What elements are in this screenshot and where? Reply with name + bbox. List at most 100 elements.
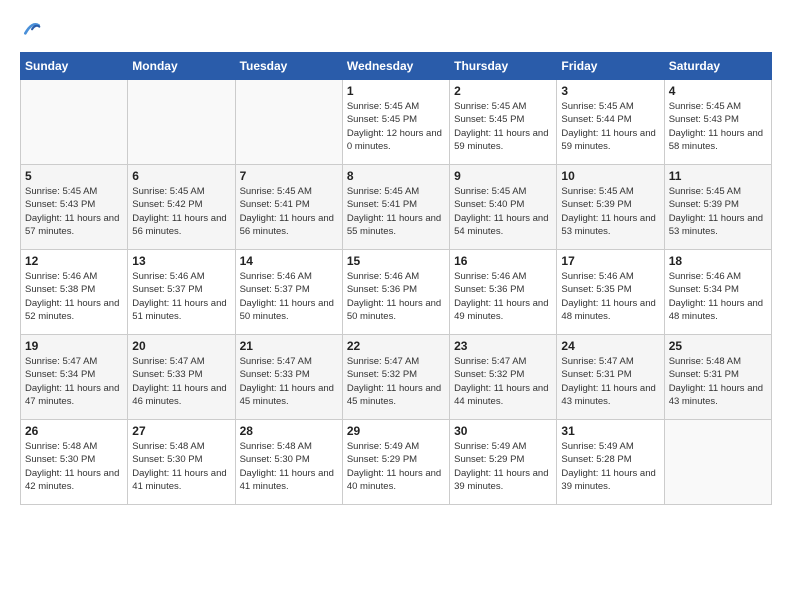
day-number: 21: [240, 339, 338, 353]
day-number: 5: [25, 169, 123, 183]
calendar-cell: 19 Sunrise: 5:47 AMSunset: 5:34 PMDayligh…: [21, 335, 128, 420]
cell-sun-info: Sunrise: 5:45 AMSunset: 5:45 PMDaylight:…: [347, 100, 445, 153]
weekday-header-wednesday: Wednesday: [342, 53, 449, 80]
cell-sun-info: Sunrise: 5:46 AMSunset: 5:35 PMDaylight:…: [561, 270, 659, 323]
calendar-cell: [128, 80, 235, 165]
cell-sun-info: Sunrise: 5:47 AMSunset: 5:34 PMDaylight:…: [25, 355, 123, 408]
calendar-cell: 11 Sunrise: 5:45 AMSunset: 5:39 PMDayligh…: [664, 165, 771, 250]
day-number: 15: [347, 254, 445, 268]
calendar-container: SundayMondayTuesdayWednesdayThursdayFrid…: [0, 0, 792, 515]
day-number: 7: [240, 169, 338, 183]
day-number: 29: [347, 424, 445, 438]
calendar-week-1: 1 Sunrise: 5:45 AMSunset: 5:45 PMDaylight…: [21, 80, 772, 165]
calendar-cell: 3 Sunrise: 5:45 AMSunset: 5:44 PMDaylight…: [557, 80, 664, 165]
calendar-cell: 24Sunrise: 5:47 AMSunset: 5:31 PMDayligh…: [557, 335, 664, 420]
cell-sun-info: Sunrise: 5:49 AMSunset: 5:28 PMDaylight:…: [561, 440, 659, 493]
weekday-header-thursday: Thursday: [450, 53, 557, 80]
day-number: 19: [25, 339, 123, 353]
day-number: 10: [561, 169, 659, 183]
cell-sun-info: Sunrise: 5:45 AMSunset: 5:39 PMDaylight:…: [669, 185, 767, 238]
cell-sun-info: Sunrise: 5:46 AMSunset: 5:34 PMDaylight:…: [669, 270, 767, 323]
calendar-week-3: 12Sunrise: 5:46 AMSunset: 5:38 PMDayligh…: [21, 250, 772, 335]
calendar-cell: 18 Sunrise: 5:46 AMSunset: 5:34 PMDayligh…: [664, 250, 771, 335]
calendar-cell: 15 Sunrise: 5:46 AMSunset: 5:36 PMDayligh…: [342, 250, 449, 335]
calendar-cell: 5 Sunrise: 5:45 AMSunset: 5:43 PMDaylight…: [21, 165, 128, 250]
header-row: [20, 20, 772, 40]
logo-icon: [22, 20, 42, 40]
calendar-cell: 28Sunrise: 5:48 AMSunset: 5:30 PMDayligh…: [235, 420, 342, 505]
calendar-cell: 17 Sunrise: 5:46 AMSunset: 5:35 PMDayligh…: [557, 250, 664, 335]
calendar-cell: 10 Sunrise: 5:45 AMSunset: 5:39 PMDayligh…: [557, 165, 664, 250]
calendar-cell: 8Sunrise: 5:45 AMSunset: 5:41 PMDaylight…: [342, 165, 449, 250]
day-number: 3: [561, 84, 659, 98]
calendar-cell: 13Sunrise: 5:46 AMSunset: 5:37 PMDayligh…: [128, 250, 235, 335]
calendar-table: SundayMondayTuesdayWednesdayThursdayFrid…: [20, 52, 772, 505]
calendar-cell: 31 Sunrise: 5:49 AMSunset: 5:28 PMDayligh…: [557, 420, 664, 505]
calendar-cell: 4 Sunrise: 5:45 AMSunset: 5:43 PMDaylight…: [664, 80, 771, 165]
day-number: 4: [669, 84, 767, 98]
calendar-cell: 25Sunrise: 5:48 AMSunset: 5:31 PMDayligh…: [664, 335, 771, 420]
cell-sun-info: Sunrise: 5:47 AMSunset: 5:32 PMDaylight:…: [454, 355, 552, 408]
day-number: 16: [454, 254, 552, 268]
calendar-cell: 23 Sunrise: 5:47 AMSunset: 5:32 PMDayligh…: [450, 335, 557, 420]
logo: [20, 20, 42, 40]
day-number: 26: [25, 424, 123, 438]
cell-sun-info: Sunrise: 5:45 AMSunset: 5:43 PMDaylight:…: [669, 100, 767, 153]
day-number: 25: [669, 339, 767, 353]
day-number: 17: [561, 254, 659, 268]
weekday-header-sunday: Sunday: [21, 53, 128, 80]
calendar-cell: 9 Sunrise: 5:45 AMSunset: 5:40 PMDaylight…: [450, 165, 557, 250]
cell-sun-info: Sunrise: 5:45 AMSunset: 5:45 PMDaylight:…: [454, 100, 552, 153]
cell-sun-info: Sunrise: 5:45 AMSunset: 5:41 PMDaylight:…: [347, 185, 445, 238]
day-number: 30: [454, 424, 552, 438]
calendar-cell: 27 Sunrise: 5:48 AMSunset: 5:30 PMDayligh…: [128, 420, 235, 505]
cell-sun-info: Sunrise: 5:49 AMSunset: 5:29 PMDaylight:…: [454, 440, 552, 493]
calendar-cell: 16 Sunrise: 5:46 AMSunset: 5:36 PMDayligh…: [450, 250, 557, 335]
calendar-cell: 22 Sunrise: 5:47 AMSunset: 5:32 PMDayligh…: [342, 335, 449, 420]
calendar-cell: [21, 80, 128, 165]
day-number: 14: [240, 254, 338, 268]
day-number: 23: [454, 339, 552, 353]
cell-sun-info: Sunrise: 5:49 AMSunset: 5:29 PMDaylight:…: [347, 440, 445, 493]
calendar-cell: [235, 80, 342, 165]
cell-sun-info: Sunrise: 5:46 AMSunset: 5:36 PMDaylight:…: [347, 270, 445, 323]
day-number: 2: [454, 84, 552, 98]
cell-sun-info: Sunrise: 5:45 AMSunset: 5:42 PMDaylight:…: [132, 185, 230, 238]
day-number: 18: [669, 254, 767, 268]
cell-sun-info: Sunrise: 5:45 AMSunset: 5:43 PMDaylight:…: [25, 185, 123, 238]
weekday-header-friday: Friday: [557, 53, 664, 80]
calendar-cell: 29 Sunrise: 5:49 AMSunset: 5:29 PMDayligh…: [342, 420, 449, 505]
day-number: 13: [132, 254, 230, 268]
calendar-cell: 2 Sunrise: 5:45 AMSunset: 5:45 PMDaylight…: [450, 80, 557, 165]
day-number: 27: [132, 424, 230, 438]
cell-sun-info: Sunrise: 5:45 AMSunset: 5:40 PMDaylight:…: [454, 185, 552, 238]
cell-sun-info: Sunrise: 5:46 AMSunset: 5:37 PMDaylight:…: [240, 270, 338, 323]
day-number: 20: [132, 339, 230, 353]
weekday-header-saturday: Saturday: [664, 53, 771, 80]
day-number: 22: [347, 339, 445, 353]
day-number: 31: [561, 424, 659, 438]
day-number: 24: [561, 339, 659, 353]
cell-sun-info: Sunrise: 5:48 AMSunset: 5:30 PMDaylight:…: [132, 440, 230, 493]
calendar-cell: 6Sunrise: 5:45 AMSunset: 5:42 PMDaylight…: [128, 165, 235, 250]
cell-sun-info: Sunrise: 5:45 AMSunset: 5:44 PMDaylight:…: [561, 100, 659, 153]
calendar-cell: 1 Sunrise: 5:45 AMSunset: 5:45 PMDaylight…: [342, 80, 449, 165]
cell-sun-info: Sunrise: 5:48 AMSunset: 5:30 PMDaylight:…: [25, 440, 123, 493]
calendar-cell: 21Sunrise: 5:47 AMSunset: 5:33 PMDayligh…: [235, 335, 342, 420]
cell-sun-info: Sunrise: 5:47 AMSunset: 5:33 PMDaylight:…: [132, 355, 230, 408]
weekday-header-row: SundayMondayTuesdayWednesdayThursdayFrid…: [21, 53, 772, 80]
cell-sun-info: Sunrise: 5:47 AMSunset: 5:32 PMDaylight:…: [347, 355, 445, 408]
cell-sun-info: Sunrise: 5:45 AMSunset: 5:39 PMDaylight:…: [561, 185, 659, 238]
day-number: 1: [347, 84, 445, 98]
day-number: 9: [454, 169, 552, 183]
calendar-cell: 20 Sunrise: 5:47 AMSunset: 5:33 PMDayligh…: [128, 335, 235, 420]
cell-sun-info: Sunrise: 5:46 AMSunset: 5:36 PMDaylight:…: [454, 270, 552, 323]
calendar-cell: 12Sunrise: 5:46 AMSunset: 5:38 PMDayligh…: [21, 250, 128, 335]
weekday-header-tuesday: Tuesday: [235, 53, 342, 80]
day-number: 11: [669, 169, 767, 183]
calendar-cell: 26 Sunrise: 5:48 AMSunset: 5:30 PMDayligh…: [21, 420, 128, 505]
cell-sun-info: Sunrise: 5:46 AMSunset: 5:38 PMDaylight:…: [25, 270, 123, 323]
weekday-header-monday: Monday: [128, 53, 235, 80]
calendar-week-5: 26 Sunrise: 5:48 AMSunset: 5:30 PMDayligh…: [21, 420, 772, 505]
day-number: 28: [240, 424, 338, 438]
